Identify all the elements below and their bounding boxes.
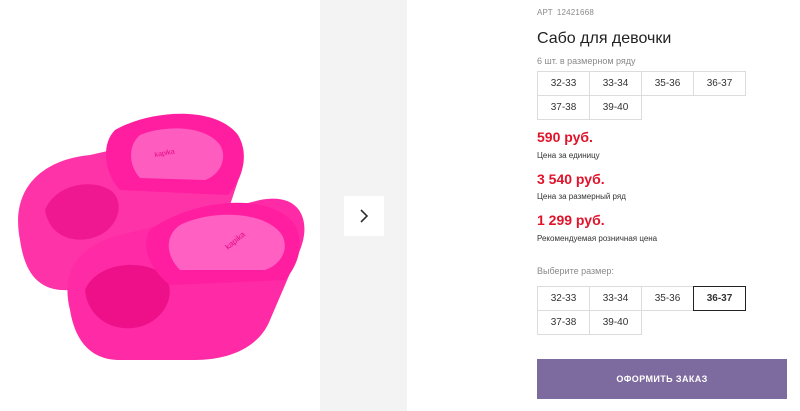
pack-size-cell: 37-38	[537, 95, 590, 120]
pack-size-grid: 32-33 33-34 35-36 36-37 37-38 39-40	[537, 71, 746, 120]
gallery-side-panel	[320, 0, 407, 411]
row-price-label: Цена за размерный ряд	[537, 192, 626, 201]
sku-value: 12421668	[556, 8, 595, 17]
product-image[interactable]: kapika kapika	[0, 60, 320, 360]
size-option[interactable]: 39-40	[589, 310, 642, 335]
chevron-right-icon	[360, 209, 369, 223]
size-select-grid: 32-33 33-34 35-36 36-37 37-38 39-40	[537, 286, 746, 335]
pack-size-cell: 35-36	[641, 71, 694, 96]
pack-size-cell: 33-34	[589, 71, 642, 96]
product-title: Сабо для девочки	[537, 30, 672, 47]
gallery-next-button[interactable]	[344, 196, 384, 236]
order-button[interactable]: ОФОРМИТЬ ЗАКАЗ	[537, 359, 787, 399]
sku-label: АРТ	[537, 8, 553, 17]
row-price: 3 540 руб.	[537, 171, 605, 187]
product-info: АРТ 12421668 Сабо для девочки 6 шт. в раз…	[537, 0, 800, 411]
unit-price: 590 руб.	[537, 129, 593, 145]
unit-price-label: Цена за единицу	[537, 151, 600, 160]
size-option[interactable]: 35-36	[641, 286, 694, 311]
pack-size-cell: 32-33	[537, 71, 590, 96]
pack-size-cell: 36-37	[693, 71, 746, 96]
retail-price: 1 299 руб.	[537, 212, 605, 228]
size-option[interactable]: 33-34	[589, 286, 642, 311]
size-option[interactable]: 32-33	[537, 286, 590, 311]
size-select-label: Выберите размер:	[537, 266, 614, 276]
product-gallery: kapika kapika	[0, 0, 320, 411]
sku: АРТ 12421668	[537, 8, 598, 17]
size-option[interactable]: 37-38	[537, 310, 590, 335]
pack-label: 6 шт. в размерном ряду	[537, 56, 636, 66]
retail-price-label: Рекомендуемая розничная цена	[537, 234, 658, 243]
size-option-selected[interactable]: 36-37	[693, 286, 746, 311]
pack-size-cell: 39-40	[589, 95, 642, 120]
